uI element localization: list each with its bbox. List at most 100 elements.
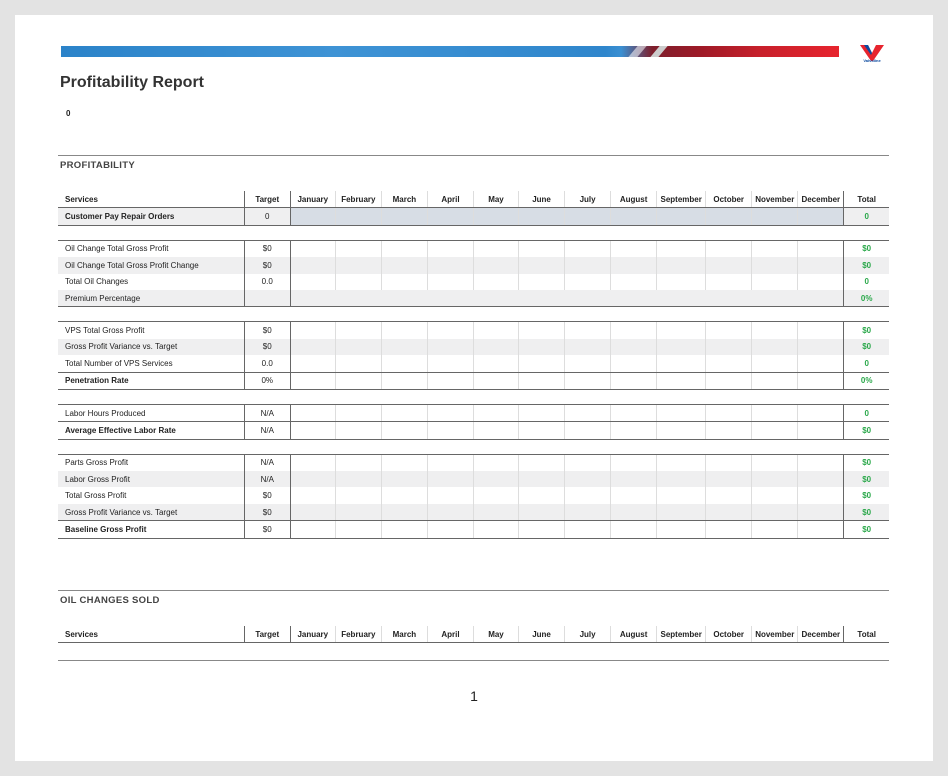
target-cell: $0 xyxy=(243,239,291,258)
month-cell xyxy=(334,239,382,258)
month-cell xyxy=(751,207,798,226)
month-cell xyxy=(334,453,382,472)
month-cell xyxy=(656,487,706,504)
month-cell xyxy=(751,487,798,504)
month-cell xyxy=(472,355,519,373)
month-cell xyxy=(289,503,336,522)
month-cell xyxy=(751,338,798,356)
column-header: December xyxy=(797,626,844,644)
month-cell xyxy=(797,520,844,539)
column-header: May xyxy=(472,191,519,209)
month-cell xyxy=(289,520,336,539)
total-cell: 0% xyxy=(843,289,889,308)
month-cell xyxy=(517,503,565,522)
month-cell xyxy=(751,453,798,472)
month-cell xyxy=(564,520,611,539)
month-cell xyxy=(426,421,474,440)
page-number: 1 xyxy=(470,688,478,704)
month-cell xyxy=(705,421,752,440)
row-label: Total Number of VPS Services xyxy=(58,355,245,373)
month-cell xyxy=(426,471,474,488)
column-header: Total xyxy=(843,191,889,209)
row-label: Gross Profit Variance vs. Target xyxy=(58,338,245,356)
month-cell xyxy=(426,520,474,539)
table-row: Customer Pay Repair Orders 0 0 xyxy=(58,207,889,226)
month-cell xyxy=(472,338,519,356)
target-cell: $0 xyxy=(243,257,291,274)
month-cell xyxy=(517,273,565,290)
month-cell xyxy=(380,453,428,472)
table-row: Parts Gross Profit N/A $0 xyxy=(58,453,889,472)
month-cell xyxy=(472,257,519,274)
profitability-table: Services Target January February March April M… xyxy=(58,191,889,539)
month-cell xyxy=(472,403,519,423)
target-cell: 0 xyxy=(243,207,291,226)
table-row: Average Effective Labor Rate N/A $0 xyxy=(58,421,889,440)
month-cell xyxy=(289,257,336,274)
month-cell xyxy=(656,257,706,274)
logo-text: Valvoline xyxy=(863,58,881,63)
row-label: Labor Hours Produced xyxy=(58,403,245,423)
month-cell xyxy=(380,487,428,504)
month-cell xyxy=(751,257,798,274)
month-cell xyxy=(564,372,611,390)
column-header: Target xyxy=(243,626,291,644)
month-cell xyxy=(334,403,382,423)
month-cell xyxy=(656,207,706,226)
month-cell xyxy=(517,321,565,339)
month-cell xyxy=(610,503,657,522)
month-cell xyxy=(517,338,565,356)
month-cell xyxy=(705,487,752,504)
month-cell xyxy=(426,207,474,226)
month-cell xyxy=(610,207,657,226)
total-cell: $0 xyxy=(843,503,889,522)
spacer-row xyxy=(58,306,889,322)
column-header: January xyxy=(289,191,336,209)
column-header: Target xyxy=(243,191,291,209)
target-cell xyxy=(243,289,291,308)
month-cell xyxy=(380,239,428,258)
month-cell xyxy=(564,503,611,522)
oil-changes-header-row: Services Target January February March April M… xyxy=(58,626,889,644)
month-cell xyxy=(426,503,474,522)
month-cell xyxy=(380,207,428,226)
month-cell xyxy=(797,355,844,373)
month-cell xyxy=(797,207,844,226)
month-cell xyxy=(517,372,565,390)
total-cell: $0 xyxy=(843,321,889,339)
target-cell: N/A xyxy=(243,471,291,488)
total-cell: $0 xyxy=(843,471,889,488)
row-label: Total Oil Changes xyxy=(65,277,129,287)
target-cell: 0.0 xyxy=(243,355,291,373)
column-header: September xyxy=(656,191,706,209)
month-cell xyxy=(517,453,565,472)
column-header: February xyxy=(334,626,382,644)
section-title-oil-changes: OIL CHANGES SOLD xyxy=(60,595,160,606)
table-row: Premium Percentage 0% xyxy=(58,289,889,308)
row-label: VPS Total Gross Profit xyxy=(58,321,245,339)
month-cell xyxy=(751,239,798,258)
month-cell xyxy=(797,503,844,522)
month-cell xyxy=(472,471,519,488)
total-cell: 0 xyxy=(843,207,889,226)
spacer-cell xyxy=(58,389,889,405)
month-cell xyxy=(751,321,798,339)
column-header: August xyxy=(610,191,657,209)
month-cell xyxy=(705,453,752,472)
table-row: Baseline Gross Profit $0 $0 xyxy=(58,520,889,539)
month-cell xyxy=(517,520,565,539)
month-cell xyxy=(564,239,611,258)
month-cell xyxy=(426,355,474,373)
divider xyxy=(58,590,889,591)
row-label: Oil Change Total Gross Profit Change xyxy=(58,257,245,274)
month-cell xyxy=(426,273,474,290)
month-cell xyxy=(610,520,657,539)
month-cell xyxy=(426,453,474,472)
column-header: June xyxy=(517,191,565,209)
table-row: VPS Total Gross Profit $0 $0 xyxy=(58,321,889,339)
month-cell xyxy=(334,273,382,290)
month-cell xyxy=(289,471,336,488)
month-cell xyxy=(564,321,611,339)
month-cell xyxy=(517,355,565,373)
row-label: Penetration Rate xyxy=(58,372,245,390)
